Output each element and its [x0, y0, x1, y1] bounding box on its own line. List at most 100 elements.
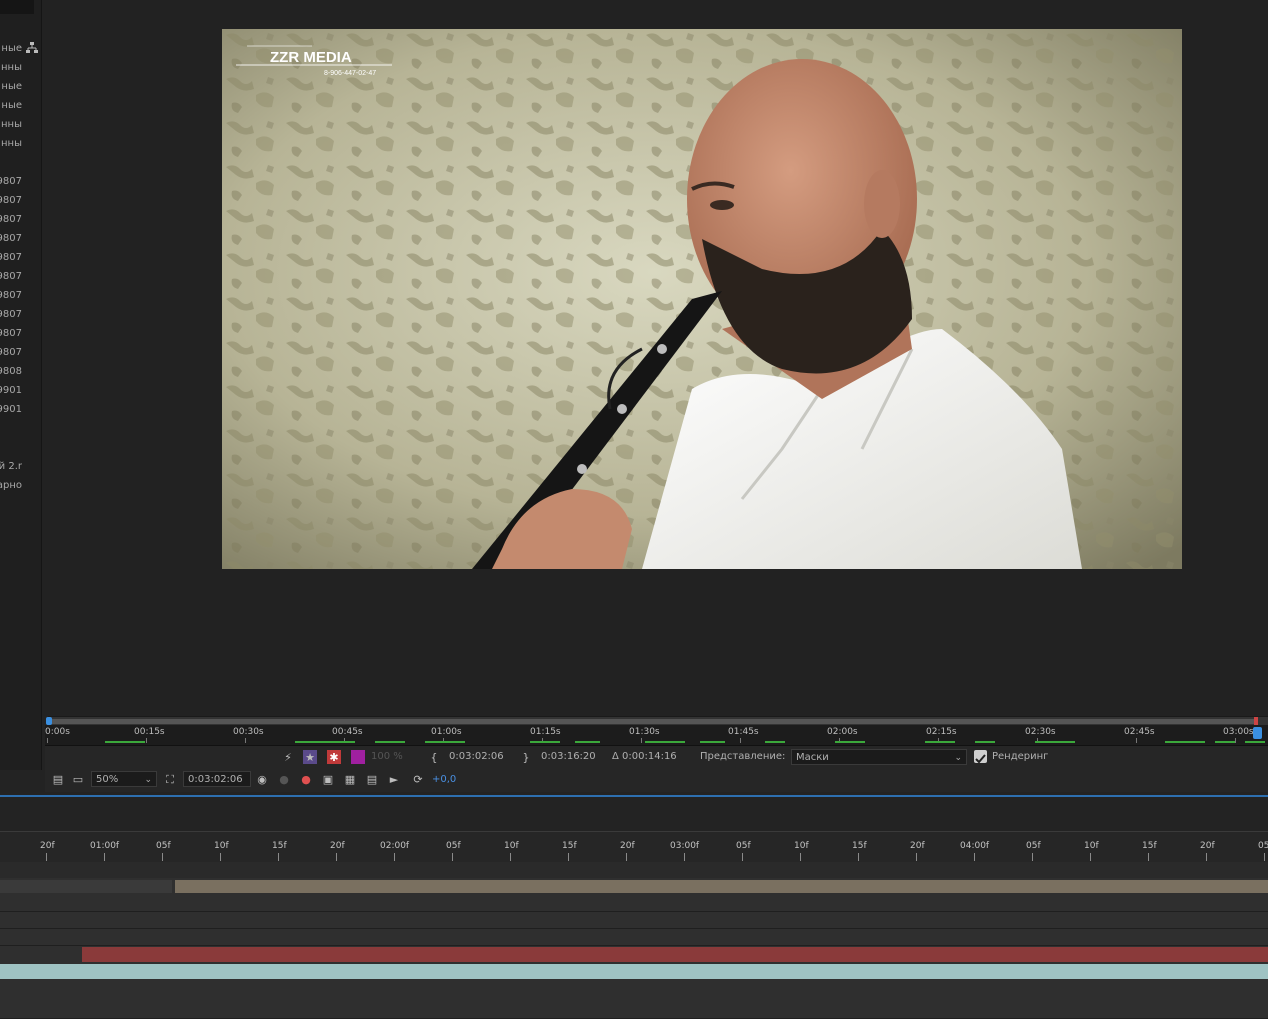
project-item-label: арно	[0, 480, 22, 491]
color-channels-icon[interactable]: ●	[299, 772, 313, 786]
project-item[interactable]: 9808	[0, 366, 22, 378]
transparency-grid-icon[interactable]: ▣	[321, 772, 335, 786]
timeline-tick	[336, 853, 337, 861]
project-item[interactable]: 9807	[0, 309, 22, 321]
mask-visibility-icon[interactable]: ▦	[343, 772, 357, 786]
timeline-tick	[568, 853, 569, 861]
project-item[interactable]: нны	[0, 119, 22, 131]
monitor-icon[interactable]: ▭	[71, 772, 85, 786]
out-point-icon[interactable]: }	[519, 750, 533, 764]
project-item[interactable]: 9901	[0, 385, 22, 397]
render-cache-segment	[375, 741, 405, 743]
timeline-tick	[220, 853, 221, 861]
layer-bar-tan[interactable]	[175, 880, 1268, 893]
current-timecode-field[interactable]: 0:03:02:06	[183, 771, 251, 787]
motion-blur-icon[interactable]: ★	[303, 750, 317, 764]
timeline-header	[0, 797, 1268, 831]
timeline-tick	[974, 853, 975, 861]
video-frame[interactable]: ZZR MEDIA 8-906-447-02-47	[222, 29, 1182, 569]
project-item[interactable]: нны	[0, 138, 22, 150]
reset-exposure-icon[interactable]: ⟳	[411, 772, 425, 786]
flowchart-icon[interactable]	[26, 42, 38, 54]
mini-ruler-tick-label: 02:15s	[926, 727, 957, 737]
color-swatch-icon[interactable]	[351, 750, 365, 764]
exposure-value[interactable]: +0,0	[432, 774, 456, 785]
project-item[interactable]: ные	[0, 81, 22, 93]
current-time-indicator[interactable]	[1253, 727, 1262, 739]
zoom-select[interactable]: 50% ⌄	[91, 771, 157, 787]
project-item-label: 9807	[0, 328, 22, 339]
timeline-row[interactable]	[0, 946, 1268, 964]
draft-3d-icon[interactable]: ✱	[327, 750, 341, 764]
render-cache-segment	[575, 741, 600, 743]
project-item-label: нны	[1, 62, 22, 73]
project-item[interactable]: ные	[0, 100, 22, 112]
out-point-time[interactable]: 0:03:16:20	[541, 751, 596, 762]
timeline-tick	[394, 853, 395, 861]
timeline-tick	[916, 853, 917, 861]
show-snapshot-icon[interactable]: ●	[277, 772, 291, 786]
project-item[interactable]: 9807	[0, 290, 22, 302]
fast-preview-icon[interactable]: ►	[387, 772, 401, 786]
project-item[interactable]: 9807	[0, 347, 22, 359]
mini-ruler-tick-label: 03:00s	[1223, 727, 1254, 737]
mini-ruler-tick	[1235, 738, 1236, 743]
timeline-tick	[162, 853, 163, 861]
project-item[interactable]: 9807	[0, 195, 22, 207]
project-item-label: 9807	[0, 252, 22, 263]
running-man-icon[interactable]: ⚡	[281, 750, 295, 764]
timeline-tick-label: 05f	[156, 841, 171, 851]
timeline-row[interactable]	[0, 862, 1268, 879]
view-select[interactable]: Маски ⌄	[791, 749, 967, 765]
camera-icon[interactable]: ◉	[255, 772, 269, 786]
project-item-label: ные	[1, 81, 22, 92]
project-item[interactable]: 9807	[0, 233, 22, 245]
project-item[interactable]: ий 2.r	[0, 461, 22, 473]
timeline-tick-label: 10f	[1084, 841, 1099, 851]
timeline-row[interactable]	[0, 963, 1268, 981]
timeline-row[interactable]	[0, 895, 1268, 912]
project-item[interactable]: 9807	[0, 176, 22, 188]
render-cache-segment	[295, 741, 355, 743]
layer-bar-empty	[0, 880, 172, 893]
timeline-tick-label: 02:00f	[380, 841, 410, 851]
timeline-tick	[626, 853, 627, 861]
project-item[interactable]: 9807	[0, 328, 22, 340]
project-item-label: ий 2.r	[0, 461, 22, 472]
region-of-interest-icon[interactable]: ⛶	[163, 772, 177, 786]
chevron-down-icon: ⌄	[954, 753, 962, 763]
start-marker[interactable]	[46, 717, 52, 725]
watermark-title: ZZR MEDIA	[270, 49, 352, 66]
viewer-time-ruler[interactable]: 0:00s 00:15s 00:30s 00:45s 01:00s 01:15s 01:30…	[45, 725, 1268, 746]
project-item[interactable]: арно	[0, 480, 22, 492]
layer-bar-teal[interactable]	[0, 964, 1268, 979]
timeline-tick	[1032, 853, 1033, 861]
project-item[interactable]: ные	[0, 43, 22, 55]
project-item-label: ные	[1, 100, 22, 111]
timeline-row[interactable]	[0, 998, 1268, 1019]
project-item[interactable]: 9807	[0, 252, 22, 264]
project-item[interactable]: 9807	[0, 271, 22, 283]
timeline-row[interactable]	[0, 878, 1268, 896]
always-preview-icon[interactable]: ▤	[51, 772, 65, 786]
timeline-row[interactable]	[0, 980, 1268, 999]
project-item[interactable]: 9807	[0, 214, 22, 226]
in-point-time[interactable]: 0:03:02:06	[449, 751, 504, 762]
project-item[interactable]: 9901	[0, 404, 22, 416]
timeline-tick	[510, 853, 511, 861]
3d-view-icon[interactable]: ▤	[365, 772, 379, 786]
timeline-row[interactable]	[0, 912, 1268, 929]
timeline-ruler[interactable]: 20f 01:00f 05f 10f 15f 20f 02:00f 05f 10f 15f 20f 0…	[0, 831, 1268, 862]
project-panel: ные нны ные ные нны нны 9807 9807 9807 9807 9807 98…	[0, 0, 42, 770]
layer-bar-red[interactable]	[82, 947, 1268, 962]
timeline-tick	[684, 853, 685, 861]
viewer-toolbar-bottom: ▤ ▭ 50% ⌄ ⛶ 0:03:02:06 ◉ ● ● ▣ ▦ ▤ ► ⟳ +…	[45, 768, 1268, 792]
in-point-icon[interactable]: {	[427, 750, 441, 764]
timeline-tick-label: 04:00f	[960, 841, 990, 851]
render-cache-segment	[1165, 741, 1205, 743]
timeline-row[interactable]	[0, 929, 1268, 946]
render-checkbox[interactable]	[974, 750, 987, 764]
mini-ruler-tick-label: 01:00s	[431, 727, 462, 737]
project-item[interactable]: нны	[0, 62, 22, 74]
project-item-label: нны	[1, 138, 22, 149]
